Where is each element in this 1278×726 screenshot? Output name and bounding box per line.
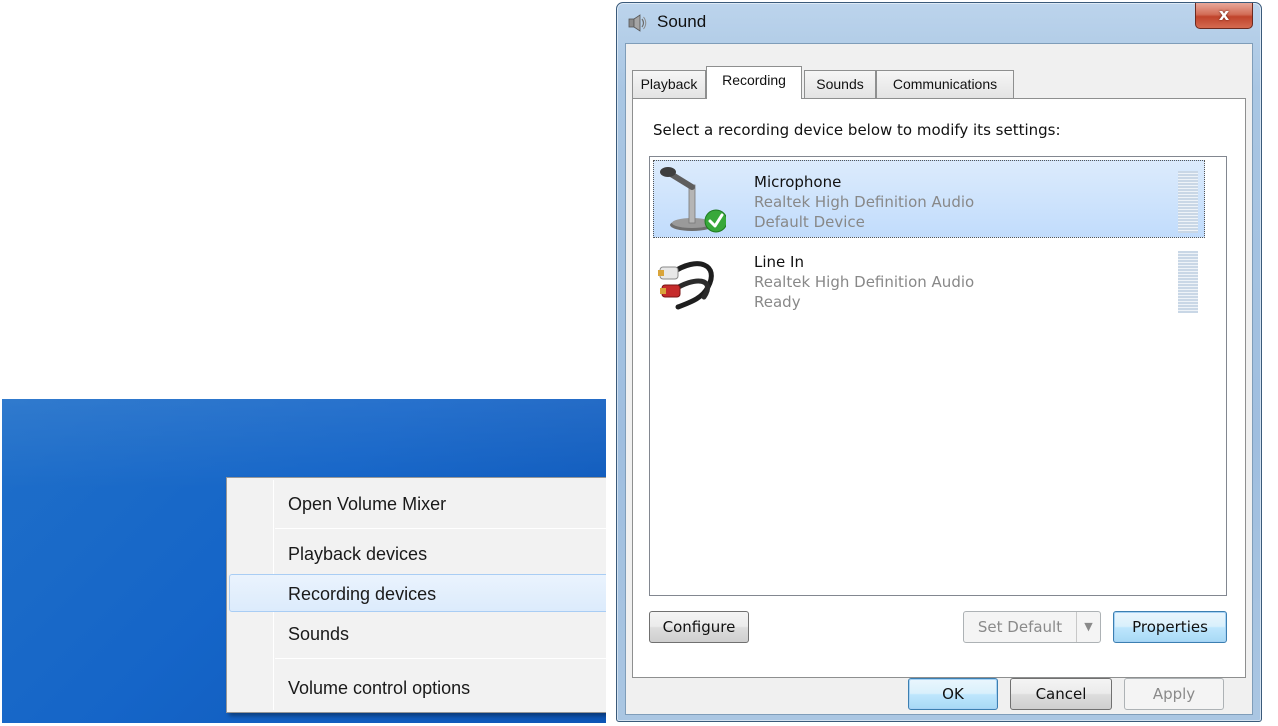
volume-context-menu: Open Volume Mixer Playback devices Recor… bbox=[226, 477, 606, 713]
window-title: Sound bbox=[657, 12, 707, 31]
tab-playback[interactable]: Playback bbox=[632, 70, 706, 98]
cancel-label: Cancel bbox=[1035, 685, 1087, 703]
properties-button[interactable]: Properties bbox=[1113, 611, 1227, 643]
title-bar[interactable]: Sound x bbox=[617, 3, 1261, 43]
line-in-icon bbox=[658, 245, 726, 315]
menu-item-volume-control-options[interactable]: Volume control options bbox=[229, 668, 606, 706]
tab-sounds[interactable]: Sounds bbox=[804, 70, 876, 98]
device-row-microphone[interactable]: Microphone Realtek High Definition Audio… bbox=[653, 160, 1205, 238]
set-default-button[interactable]: Set Default ▼ bbox=[963, 611, 1101, 643]
chevron-down-icon[interactable]: ▼ bbox=[1076, 612, 1100, 642]
device-status: Ready bbox=[754, 293, 801, 311]
level-meter bbox=[1178, 171, 1198, 233]
device-status: Default Device bbox=[754, 213, 865, 231]
configure-button[interactable]: Configure bbox=[649, 611, 749, 643]
microphone-icon bbox=[658, 165, 728, 235]
dialog-client-area: Playback Recording Sounds Communications… bbox=[625, 43, 1253, 715]
apply-button[interactable]: Apply bbox=[1124, 678, 1224, 710]
recording-tab-panel: Select a recording device below to modif… bbox=[632, 98, 1246, 678]
tab-recording[interactable]: Recording bbox=[706, 66, 802, 99]
desktop-background: Open Volume Mixer Playback devices Recor… bbox=[2, 399, 606, 723]
close-icon: x bbox=[1218, 5, 1230, 24]
device-name: Microphone bbox=[754, 173, 842, 191]
configure-label: Configure bbox=[662, 618, 736, 636]
menu-item-sounds[interactable]: Sounds bbox=[229, 614, 606, 652]
set-default-label: Set Default bbox=[977, 618, 1063, 636]
sound-dialog: Sound x Playback Recording Sounds Commun… bbox=[616, 2, 1262, 722]
cancel-button[interactable]: Cancel bbox=[1010, 678, 1112, 710]
tab-communications[interactable]: Communications bbox=[876, 70, 1014, 98]
properties-label: Properties bbox=[1132, 618, 1208, 636]
level-meter bbox=[1178, 251, 1198, 313]
recording-device-list[interactable]: Microphone Realtek High Definition Audio… bbox=[649, 156, 1227, 596]
device-driver: Realtek High Definition Audio bbox=[754, 193, 975, 211]
ok-button[interactable]: OK bbox=[908, 678, 998, 710]
menu-separator bbox=[275, 528, 606, 529]
device-row-line-in[interactable]: Line In Realtek High Definition Audio Re… bbox=[653, 240, 1205, 318]
menu-item-recording-devices[interactable]: Recording devices bbox=[229, 574, 606, 612]
device-name: Line In bbox=[754, 253, 804, 271]
speaker-icon bbox=[628, 14, 648, 32]
device-driver: Realtek High Definition Audio bbox=[754, 273, 975, 291]
menu-separator bbox=[275, 658, 606, 659]
ok-label: OK bbox=[942, 685, 964, 703]
menu-item-open-volume-mixer[interactable]: Open Volume Mixer bbox=[229, 484, 606, 522]
instruction-text: Select a recording device below to modif… bbox=[653, 121, 1061, 139]
menu-item-playback-devices[interactable]: Playback devices bbox=[229, 534, 606, 572]
apply-label: Apply bbox=[1152, 685, 1196, 703]
close-button[interactable]: x bbox=[1195, 3, 1253, 29]
